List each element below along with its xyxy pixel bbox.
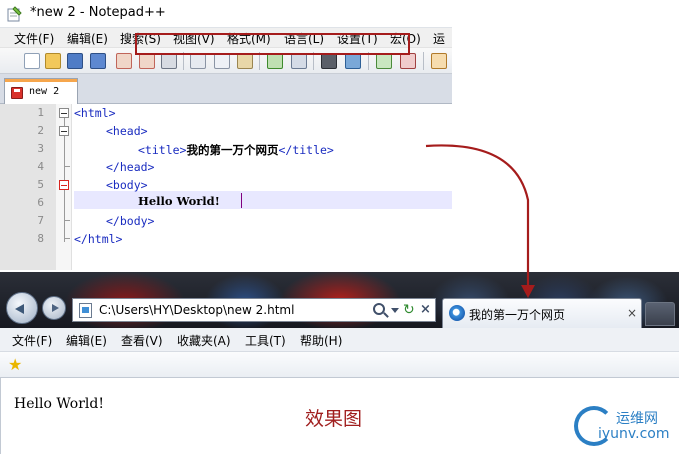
close-all-icon[interactable] <box>139 53 155 69</box>
body-text: Hello World! <box>138 194 220 208</box>
html-close-tag: </html> <box>74 232 123 246</box>
page-icon <box>79 303 92 318</box>
forward-button[interactable] <box>42 296 66 320</box>
search-icon[interactable] <box>373 303 385 315</box>
menu-file[interactable]: 文件(F) <box>14 30 54 47</box>
add-favorite-star-icon[interactable]: ★ <box>8 355 22 374</box>
title-close-tag: </title> <box>278 143 334 157</box>
notepad-tabbar: new 2 <box>0 74 452 104</box>
chevron-down-icon[interactable] <box>391 308 399 313</box>
refresh-icon[interactable]: ↻ <box>403 302 415 318</box>
window-title: *new 2 - Notepad++ <box>30 5 166 20</box>
tab-active-accent <box>5 79 77 82</box>
menu-edit[interactable]: 编辑(E) <box>66 332 107 349</box>
text-caret <box>241 193 242 208</box>
line-number: 3 <box>37 142 44 155</box>
fold-end-marker <box>64 220 70 221</box>
close-tab-icon[interactable]: × <box>627 306 637 320</box>
unsaved-file-icon <box>11 87 23 99</box>
find-icon[interactable] <box>321 53 337 69</box>
title-text: 我的第一万个网页 <box>186 143 279 157</box>
line-number: 1 <box>37 106 44 119</box>
code-line-7: </body> <box>106 214 154 232</box>
zoom-out-icon[interactable] <box>400 53 416 69</box>
browser-menubar: 文件(F) 编辑(E) 查看(V) 收藏夹(A) 工具(T) 帮助(H) <box>0 328 679 352</box>
code-editor[interactable]: 1 2 3 4 5 6 7 8 <html> <head> <title>我的第… <box>0 104 452 270</box>
fold-margin <box>56 104 72 270</box>
head-close-tag: </head> <box>106 160 155 174</box>
menu-edit[interactable]: 编辑(E) <box>67 30 108 47</box>
fold-end-marker <box>64 238 70 239</box>
replace-icon[interactable] <box>345 53 361 69</box>
menu-help[interactable]: 帮助(H) <box>300 332 342 349</box>
code-line-6: Hello World! <box>138 194 220 212</box>
undo-icon[interactable] <box>267 53 283 69</box>
line-number: 7 <box>37 214 44 227</box>
fold-end-marker <box>64 166 70 167</box>
sync-scroll-icon[interactable] <box>431 53 447 69</box>
menu-favorites[interactable]: 收藏夹(A) <box>177 332 231 349</box>
menu-tools[interactable]: 工具(T) <box>245 332 286 349</box>
close-file-icon[interactable] <box>116 53 132 69</box>
zoom-in-icon[interactable] <box>376 53 392 69</box>
code-line-3: <title>我的第一万个网页</title> <box>138 142 334 160</box>
new-tab-button[interactable] <box>645 302 675 326</box>
code-line-4: </head> <box>106 160 154 178</box>
save-all-icon[interactable] <box>90 53 106 69</box>
print-icon[interactable] <box>161 53 177 69</box>
title-annotation-box <box>135 33 410 55</box>
head-open-tag: <head> <box>106 124 148 138</box>
fold-toggle-html[interactable] <box>59 108 69 118</box>
menu-file[interactable]: 文件(F) <box>12 332 52 349</box>
address-url[interactable]: C:\Users\HY\Desktop\new 2.html <box>99 303 294 317</box>
html-open-tag: <html> <box>74 106 116 120</box>
new-file-icon[interactable] <box>24 53 40 69</box>
line-number: 5 <box>37 178 44 191</box>
redo-icon[interactable] <box>291 53 307 69</box>
line-number: 4 <box>37 160 44 173</box>
cut-icon[interactable] <box>190 53 206 69</box>
address-bar[interactable]: C:\Users\HY\Desktop\new 2.html ↻ × <box>72 298 436 322</box>
toolbar-separator <box>423 52 424 70</box>
back-button[interactable] <box>6 292 38 324</box>
title-open-tag: <title> <box>138 143 187 157</box>
watermark: 运维网 iyunv.com <box>566 402 676 452</box>
browser-chrome: C:\Users\HY\Desktop\new 2.html ↻ × 我的第一万… <box>0 272 679 328</box>
notepad-app-icon <box>7 6 22 22</box>
ie-favicon-icon <box>449 305 465 321</box>
open-folder-icon[interactable] <box>45 53 61 69</box>
code-line-1: <html> <box>74 106 116 124</box>
notepad-titlebar: *new 2 - Notepad++ <box>0 0 452 28</box>
favorites-bar: ★ <box>0 352 679 378</box>
fold-toggle-head[interactable] <box>59 126 69 136</box>
line-number: 8 <box>37 232 44 245</box>
browser-tab[interactable]: 我的第一万个网页 × <box>442 298 642 328</box>
line-number: 2 <box>37 124 44 137</box>
tab-title: 我的第一万个网页 <box>469 308 566 322</box>
watermark-en: iyunv.com <box>598 426 670 442</box>
code-line-2: <head> <box>106 124 148 142</box>
menu-view[interactable]: 查看(V) <box>121 332 163 349</box>
copy-icon[interactable] <box>214 53 230 69</box>
tab-label: new 2 <box>29 86 60 97</box>
watermark-cn: 运维网 <box>616 411 658 427</box>
stop-icon[interactable]: × <box>420 302 431 317</box>
save-icon[interactable] <box>67 53 83 69</box>
body-close-tag: </body> <box>106 214 155 228</box>
fold-toggle-body[interactable] <box>59 180 69 190</box>
caption-label: 效果图 <box>305 408 363 430</box>
body-open-tag: <body> <box>106 178 148 192</box>
line-number-gutter: 1 2 3 4 5 6 7 8 <box>0 104 56 270</box>
tab-new-2[interactable]: new 2 <box>4 78 78 104</box>
page-body-text: Hello World! <box>14 396 104 412</box>
paste-icon[interactable] <box>237 53 253 69</box>
line-number: 6 <box>37 196 44 209</box>
code-line-8: </html> <box>74 232 122 250</box>
